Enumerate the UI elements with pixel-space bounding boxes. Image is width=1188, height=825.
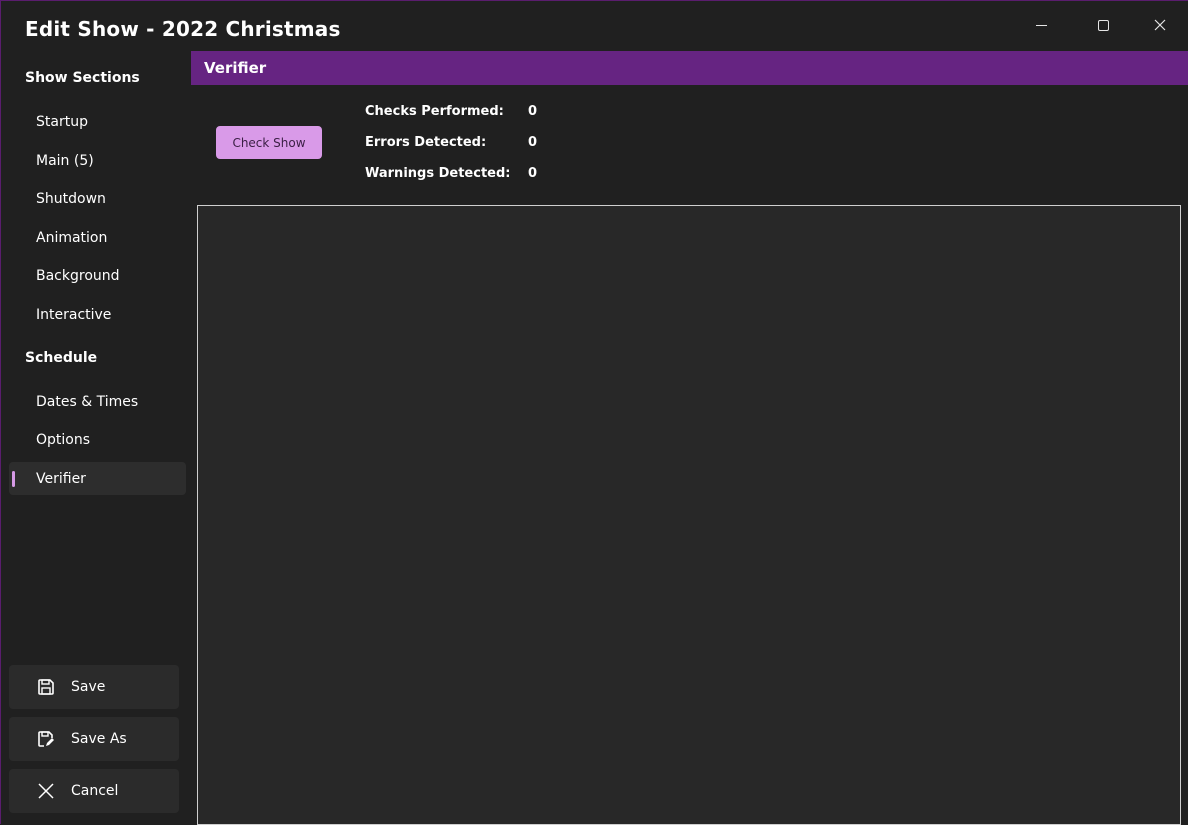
save-as-button[interactable]: Save As [9,717,179,761]
save-button[interactable]: Save [9,665,179,709]
sidebar-item-interactive[interactable]: Interactive [9,298,186,331]
minimize-button[interactable] [1021,13,1061,37]
checks-performed-label: Checks Performed: [365,104,504,119]
sidebar-item-shutdown[interactable]: Shutdown [9,182,186,215]
sidebar-item-main[interactable]: Main (5) [9,144,186,177]
sidebar-item-background[interactable]: Background [9,259,186,292]
close-window-button[interactable] [1140,13,1180,37]
cancel-label: Cancel [71,783,119,799]
save-label: Save [71,679,106,695]
schedule-heading: Schedule [25,350,98,366]
edit-show-window: Edit Show - 2022 Christmas Show Sections… [0,0,1188,825]
check-show-button[interactable]: Check Show [216,126,322,159]
sidebar-item-startup[interactable]: Startup [9,105,186,138]
verifier-results-list[interactable] [197,205,1181,825]
cancel-icon [37,782,55,800]
sidebar-item-animation[interactable]: Animation [9,221,186,254]
warnings-detected-value: 0 [528,166,538,181]
save-icon [37,678,55,696]
save-as-label: Save As [71,731,127,747]
sidebar: Show Sections Startup Main (5) Shutdown … [1,49,191,825]
minimize-icon [1035,24,1047,26]
warnings-detected-label: Warnings Detected: [365,166,511,181]
maximize-icon [1097,19,1109,31]
maximize-button[interactable] [1083,13,1123,37]
cancel-button[interactable]: Cancel [9,769,179,813]
section-title: Verifier [204,59,267,77]
close-icon [1154,19,1166,31]
save-as-icon [37,730,55,748]
errors-detected-label: Errors Detected: [365,135,487,150]
title-bar: Edit Show - 2022 Christmas [1,1,1188,49]
sidebar-item-verifier[interactable]: Verifier [9,462,186,495]
errors-detected-value: 0 [528,135,538,150]
verifier-panel: Verifier Check Show Checks Performed: 0 … [191,51,1188,825]
sidebar-item-options[interactable]: Options [9,423,186,456]
section-header-bar: Verifier [191,51,1188,85]
window-title: Edit Show - 2022 Christmas [25,17,341,41]
sidebar-item-dates-times[interactable]: Dates & Times [9,385,186,418]
show-sections-heading: Show Sections [25,70,140,86]
checks-performed-value: 0 [528,104,538,119]
